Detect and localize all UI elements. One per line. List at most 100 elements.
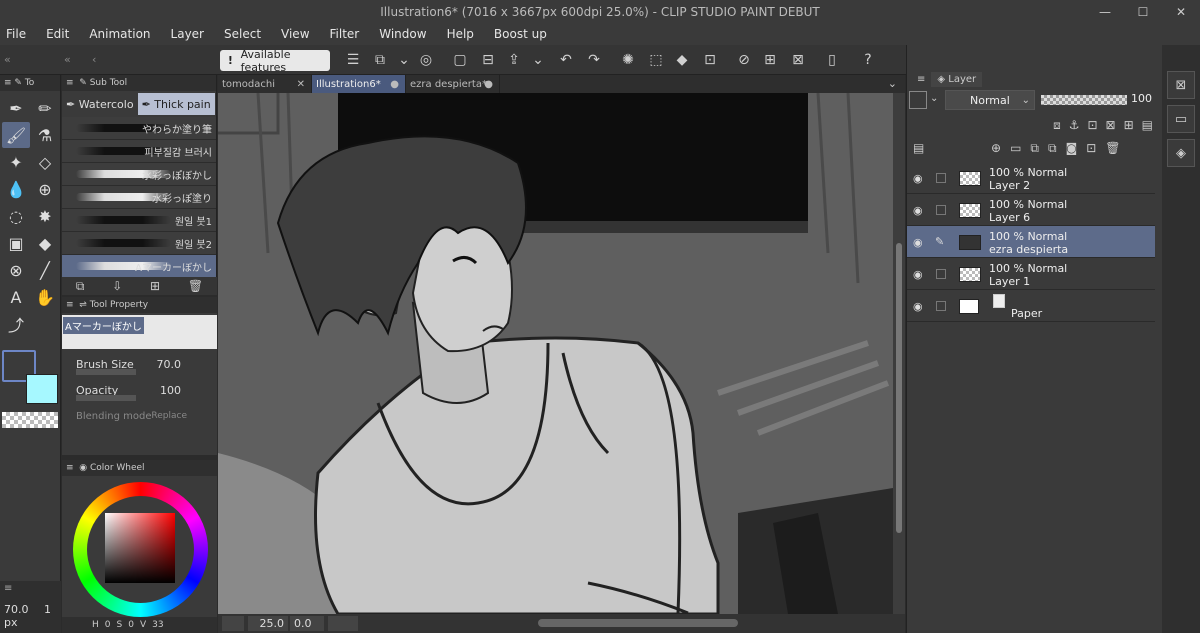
open-folder-icon[interactable]: ⊟ <box>478 51 498 69</box>
copy-icon[interactable]: ⧉ <box>76 279 85 294</box>
opacity-slider[interactable] <box>76 395 136 401</box>
brush-item[interactable]: 피부질감 브러시 <box>62 140 216 163</box>
deselect-icon[interactable]: ⊘ <box>734 51 754 69</box>
collapse-left-2-icon[interactable]: « <box>64 53 71 66</box>
clear-icon[interactable]: ⬚ <box>646 51 666 69</box>
menu-file[interactable]: File <box>6 27 26 41</box>
smartphone-icon[interactable]: ▯ <box>822 51 842 69</box>
menu-animation[interactable]: Animation <box>89 27 150 41</box>
layer-select-checkbox[interactable] <box>936 301 946 311</box>
layer-opacity-slider[interactable] <box>1041 95 1127 105</box>
angle-input[interactable]: 0.0 <box>290 616 324 631</box>
vertical-scrollbar[interactable] <box>893 93 905 614</box>
lock-layer-icon[interactable]: ⊡ <box>1087 118 1097 132</box>
transform-icon[interactable]: ⊡ <box>700 51 720 69</box>
layer-select-checkbox[interactable] <box>936 205 946 215</box>
tab-ezra-despierta[interactable]: ezra despierta* ● <box>406 75 500 93</box>
eye-icon[interactable]: ◉ <box>913 172 923 185</box>
layers-icon[interactable]: ◈ <box>1167 139 1195 167</box>
new-file-icon[interactable]: ⧉ <box>370 51 390 69</box>
brush-item[interactable]: 원일 붓1 <box>62 209 216 232</box>
undo-icon[interactable]: ↶ <box>556 51 576 69</box>
menu-layer[interactable]: Layer <box>171 27 204 41</box>
menu-edit[interactable]: Edit <box>46 27 69 41</box>
magic-wand-icon[interactable]: ✸ <box>31 203 59 229</box>
opacity-input[interactable]: 100 <box>160 384 181 397</box>
duplicate-icon[interactable]: ⊞ <box>150 279 160 293</box>
chevron-left-icon[interactable]: ‹ <box>92 53 96 66</box>
layer-tab[interactable]: ◈ Layer <box>931 71 983 87</box>
brush-item[interactable]: 水彩っぽぼかし <box>62 163 216 186</box>
combine-layer-icon[interactable]: ⧉ <box>1048 141 1057 156</box>
export-icon[interactable]: ⇪ <box>504 51 524 69</box>
clip-studio-icon[interactable]: ◎ <box>416 51 436 69</box>
tab-thick-paint[interactable]: ✒ Thick pain <box>137 93 215 115</box>
opacity-row[interactable]: Opacity 100 <box>62 377 217 403</box>
brush-item[interactable]: やわらか塗り筆 <box>62 117 216 140</box>
brush-item[interactable]: 水彩っぽ塗り <box>62 186 216 209</box>
horizontal-scroll-thumb[interactable] <box>538 619 738 627</box>
layer-opacity-value[interactable]: 100 <box>1131 92 1152 105</box>
export-dropdown-icon[interactable]: ⌄ <box>528 51 548 69</box>
brush-size-input[interactable]: 70.0 <box>157 358 182 371</box>
loading-icon[interactable]: ✺ <box>618 51 638 69</box>
drawing-canvas[interactable] <box>218 93 893 614</box>
blend-mode-select[interactable]: Normal ⌄ <box>945 90 1035 110</box>
layer-list-icon[interactable]: ▤ <box>913 141 924 155</box>
menu-window[interactable]: Window <box>379 27 426 41</box>
new-canvas-icon[interactable]: ▢ <box>450 51 470 69</box>
gradient-tool-icon[interactable]: ▣ <box>2 230 30 256</box>
new-folder-icon[interactable]: ▭ <box>1010 141 1021 155</box>
chevron-down-icon[interactable]: ⌄ <box>394 51 414 69</box>
hand-tool-icon[interactable]: ✋ <box>31 284 59 310</box>
eye-icon[interactable]: ◉ <box>913 268 923 281</box>
pencil-tool-icon[interactable]: ✏ <box>31 95 59 121</box>
lock-alpha-icon[interactable]: ⊠ <box>1106 118 1116 132</box>
layer-row[interactable]: ◉ ✎ 100 % Normal ezra despierta <box>907 226 1155 258</box>
brush-item[interactable]: 원일 붓2 <box>62 232 216 255</box>
help-icon[interactable]: ? <box>858 51 878 69</box>
layer-row[interactable]: ◉ 100 % Normal Layer 2 <box>907 162 1155 194</box>
menu-icon[interactable]: ≡ <box>66 78 74 88</box>
sparkle-tool-icon[interactable]: ✦ <box>2 149 30 175</box>
brush-size-row[interactable]: Brush Size 70.0 <box>62 351 217 377</box>
rotation-toggle[interactable] <box>328 616 358 631</box>
selection-border-icon[interactable]: ⊠ <box>788 51 808 69</box>
menu-filter[interactable]: Filter <box>330 27 360 41</box>
modified-dot-icon[interactable]: ● <box>484 79 493 90</box>
tab-illustration6[interactable]: Illustration6* ● <box>312 75 406 93</box>
blending-mode-row[interactable]: Blending mode Replace <box>62 403 217 429</box>
fill-tool-icon[interactable]: ◆ <box>31 230 59 256</box>
lasso-tool-icon[interactable]: ◌ <box>2 203 30 229</box>
airbrush-tool-icon[interactable]: ⚗ <box>31 122 59 148</box>
fill-icon[interactable]: ◆ <box>672 51 692 69</box>
sub-view-icon[interactable]: ▭ <box>1167 105 1195 133</box>
maximize-button[interactable]: ☐ <box>1124 0 1162 23</box>
apply-mask-icon[interactable]: ⊡ <box>1086 141 1096 155</box>
transparent-color-swatch[interactable] <box>2 412 58 428</box>
layer-row[interactable]: ◉ Paper <box>907 290 1155 322</box>
menu-view[interactable]: View <box>281 27 309 41</box>
layer-select-checkbox[interactable] <box>936 173 946 183</box>
collapse-left-icon[interactable]: « <box>4 53 11 66</box>
grid-tool-icon[interactable]: ⊕ <box>31 176 59 202</box>
brush-size-slider[interactable] <box>76 369 136 375</box>
brush-item[interactable]: Aマーカーぼかし <box>62 255 216 278</box>
import-icon[interactable]: ⇩ <box>112 279 122 293</box>
line-tool-icon[interactable]: ╱ <box>31 257 59 283</box>
hue-ring[interactable] <box>73 482 208 617</box>
delete-layer-icon[interactable]: 🗑 <box>1105 141 1120 155</box>
menu-icon[interactable]: ≡ <box>4 583 12 594</box>
close-icon[interactable]: ✕ <box>297 79 305 90</box>
menu-icon[interactable]: ≡ <box>66 300 74 310</box>
reference-layer-icon[interactable]: ⚓ <box>1069 118 1080 132</box>
transfer-down-icon[interactable]: ⧉ <box>1030 141 1039 156</box>
layer-row[interactable]: ◉ 100 % Normal Layer 1 <box>907 258 1155 290</box>
trash-icon[interactable]: 🗑 <box>188 279 203 293</box>
sub-color-swatch[interactable] <box>26 374 58 404</box>
tab-tomodachi[interactable]: tomodachi ✕ <box>218 75 312 93</box>
layer-select-checkbox[interactable] <box>936 269 946 279</box>
blend-tool-icon[interactable]: 💧 <box>2 176 30 202</box>
chevron-down-icon[interactable]: ⌄ <box>930 93 938 104</box>
brush-tool-icon[interactable]: 🖌 <box>2 122 30 148</box>
